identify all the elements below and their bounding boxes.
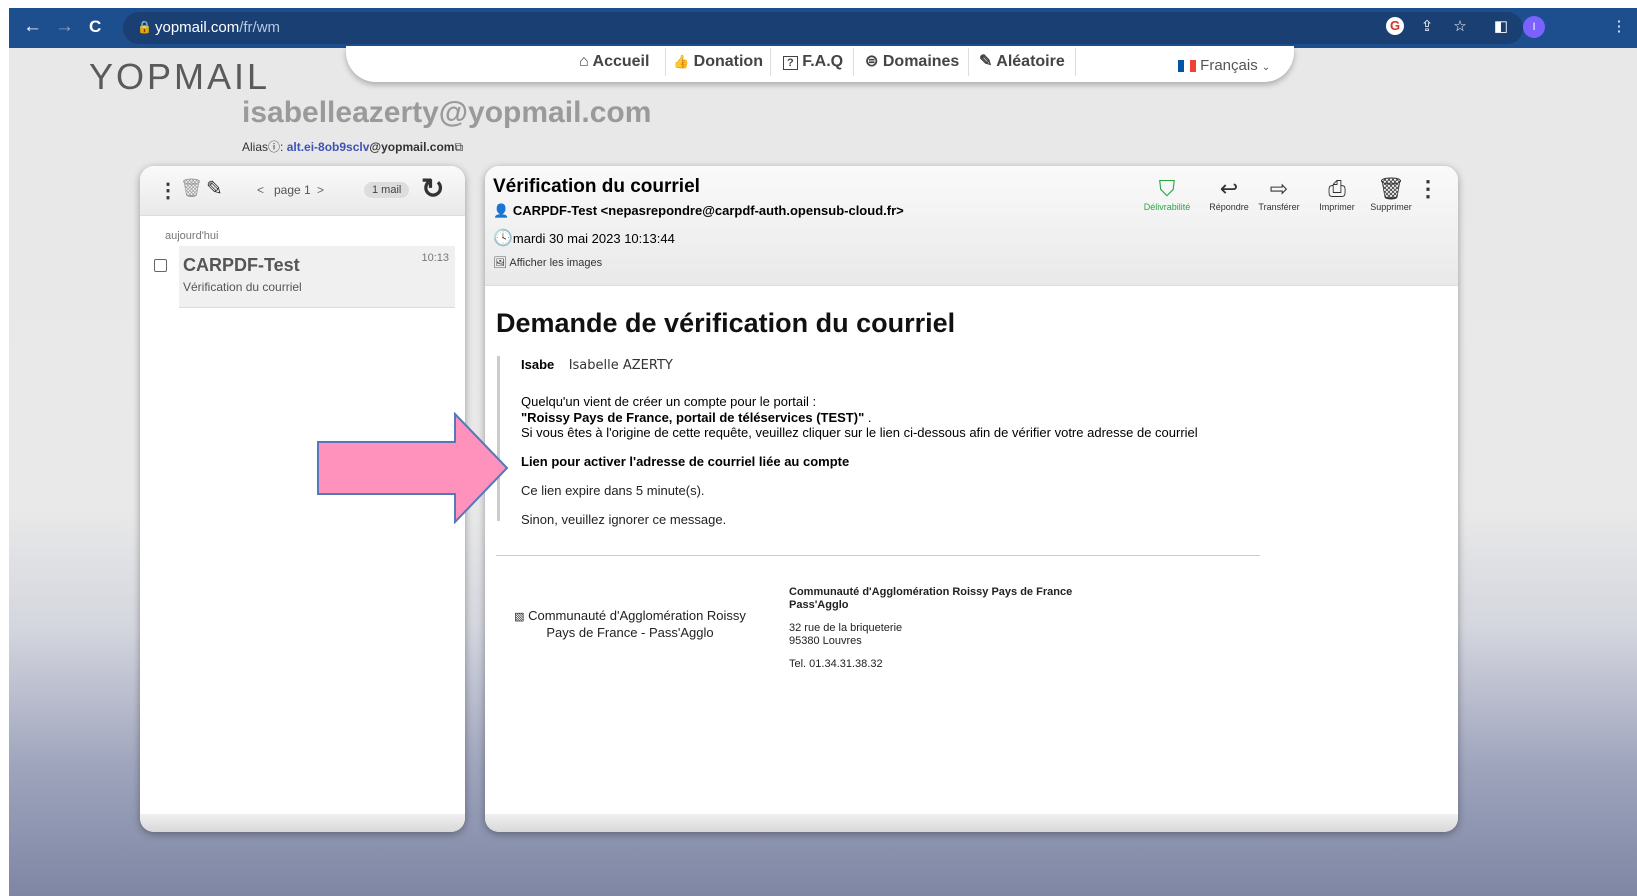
sidepanel-icon[interactable]: ◧ [1491,17,1511,37]
signature-block: Communauté d'Agglomération Roissy Pays d… [789,586,1073,670]
reply-icon: ↩ [1219,176,1239,201]
bookmark-star-icon[interactable]: ☆ [1450,17,1470,37]
message-date: 🕓mardi 30 mai 2023 10:13:44 [493,230,675,247]
lock-icon: 🔒 [137,20,152,34]
message-sender: CARPDF-Test [183,255,300,275]
message-title: Vérification du courriel [493,176,700,197]
message-time: 10:13 [421,252,449,264]
image-icon: 🖼 [493,257,507,269]
reload-button[interactable]: C [89,16,101,38]
phone-number: Tel. 01.34.31.38.32 [789,658,883,670]
forward-button[interactable]: ⇨ Transférer [1253,176,1305,212]
nav-domaines[interactable]: ⊜ Domaines [865,52,959,72]
page-indicator: page 1 [274,183,311,197]
magic-wand-icon: ✎ [979,53,993,70]
message-panel: Vérification du courriel 👤 CARPDF-Test <… [485,166,1458,832]
next-page-icon[interactable]: > [317,183,324,197]
menu-dots-icon[interactable]: ⋮ [1609,17,1629,37]
annotation-arrow [317,412,509,524]
inbox-menu-icon[interactable]: ⋮ [158,178,178,203]
copy-icon[interactable]: ⧉ [454,140,463,154]
date-group-label: aujourd'hui [165,230,219,242]
reply-button[interactable]: ↩ Répondre [1203,176,1255,212]
body-heading: Demande de vérification du courriel [496,308,956,338]
mailbox-address: isabelleazerty@yopmail.com [242,96,652,129]
forward-icon: ⇨ [1269,176,1289,201]
message-header: Vérification du courriel 👤 CARPDF-Test <… [485,166,1458,286]
language-select[interactable]: Français ⌄ [1174,54,1274,78]
refresh-icon[interactable]: ↻ [421,172,444,205]
forward-button[interactable]: → [55,16,74,38]
mail-count-badge: 1 mail [364,182,410,198]
url-host: yopmail.com [155,19,240,36]
french-flag-icon [1178,60,1196,73]
nav-donation[interactable]: 👍 Donation [673,52,763,72]
nav-accueil[interactable]: ⌂ Accueil [579,52,649,72]
inbox-message-row[interactable]: CARPDF-Test Vérification du courriel 10:… [154,246,455,308]
google-icon[interactable]: G [1386,17,1404,35]
message-menu-icon[interactable]: ⋮ [1413,176,1443,202]
back-button[interactable]: ← [23,16,42,38]
print-button[interactable]: ⎙ Imprimer [1311,176,1363,212]
person-icon: 👤 [493,203,510,218]
greeting: Isabe Isabelle AZERTY [521,357,673,373]
broken-logo-image: ▧ Communauté d'Agglomération Roissy Pays… [514,608,746,640]
address-bar[interactable]: 🔒 yopmail.com/fr/wm [123,12,1523,44]
delete-button[interactable]: 🗑 Supprimer [1365,176,1417,212]
nav-aleatoire[interactable]: ✎ Aléatoire [979,52,1065,72]
trash-icon[interactable]: 🗑 [180,178,203,199]
home-icon: ⌂ [579,53,589,70]
logo-text: YOPMAIL [89,56,271,97]
share-icon[interactable]: ⇪ [1417,17,1437,37]
activation-link[interactable]: Lien pour activer l'adresse de courriel … [521,454,849,470]
ignore-text: Sinon, veuillez ignorer ce message. [521,512,727,527]
show-images-link[interactable]: 🖼 Afficher les images [493,256,602,269]
shield-check-icon: ⛉ [1158,176,1176,201]
clock-icon: 🕓 [493,230,513,247]
message-subject: Vérification du courriel [183,280,302,294]
site-nav: ⌂ Accueil 👍 Donation ? F.A.Q ⊜ Domaines … [346,46,1294,82]
printer-icon: ⎙ [1328,176,1346,201]
prev-page-icon[interactable]: < [257,183,264,197]
profile-avatar[interactable]: I [1523,16,1545,38]
yopmail-logo[interactable]: YOPMAIL [89,56,270,98]
inbox-footer [140,814,465,832]
globe-icon: ⊜ [865,53,879,70]
message-footer [485,814,1458,832]
thumbs-up-icon: 👍 [673,54,690,69]
url-path: /fr/wm [239,19,281,36]
alias-line: Aliasⓘ: alt.ei-8ob9sclv@yopmail.com⧉ [242,140,464,154]
message-checkbox[interactable] [154,259,167,272]
browser-toolbar: ← → C 🔒 yopmail.com/fr/wm G ⇪ ☆ ◧ I ⋮ [9,8,1637,48]
body-paragraph: Quelqu'un vient de créer un compte pour … [521,394,1198,440]
alias-address[interactable]: alt.ei-8ob9sclv [287,140,370,154]
question-icon: ? [783,56,798,70]
nav-faq[interactable]: ? F.A.Q [783,52,843,73]
info-icon[interactable]: ⓘ [268,140,280,154]
deliverability-button[interactable]: ⛉ Délivrabilité [1141,176,1193,212]
message-from: 👤 CARPDF-Test <nepasrepondre@carpdf-auth… [493,203,904,218]
compose-pencil-icon[interactable]: ✎ [206,176,223,201]
trash-icon: 🗑 [1377,176,1405,201]
chevron-down-icon: ⌄ [1261,62,1271,73]
page-frame: ← → C 🔒 yopmail.com/fr/wm G ⇪ ☆ ◧ I ⋮ YO… [9,8,1637,896]
inbox-toolbar: ⋮ 🗑 ✎ < page 1 > 1 mail ↻ [140,166,465,216]
expiry-text: Ce lien expire dans 5 minute(s). [521,483,705,498]
divider [496,555,1260,556]
broken-image-icon: ▧ [514,611,525,623]
portal-name: "Roissy Pays de France, portail de télés… [521,409,865,425]
